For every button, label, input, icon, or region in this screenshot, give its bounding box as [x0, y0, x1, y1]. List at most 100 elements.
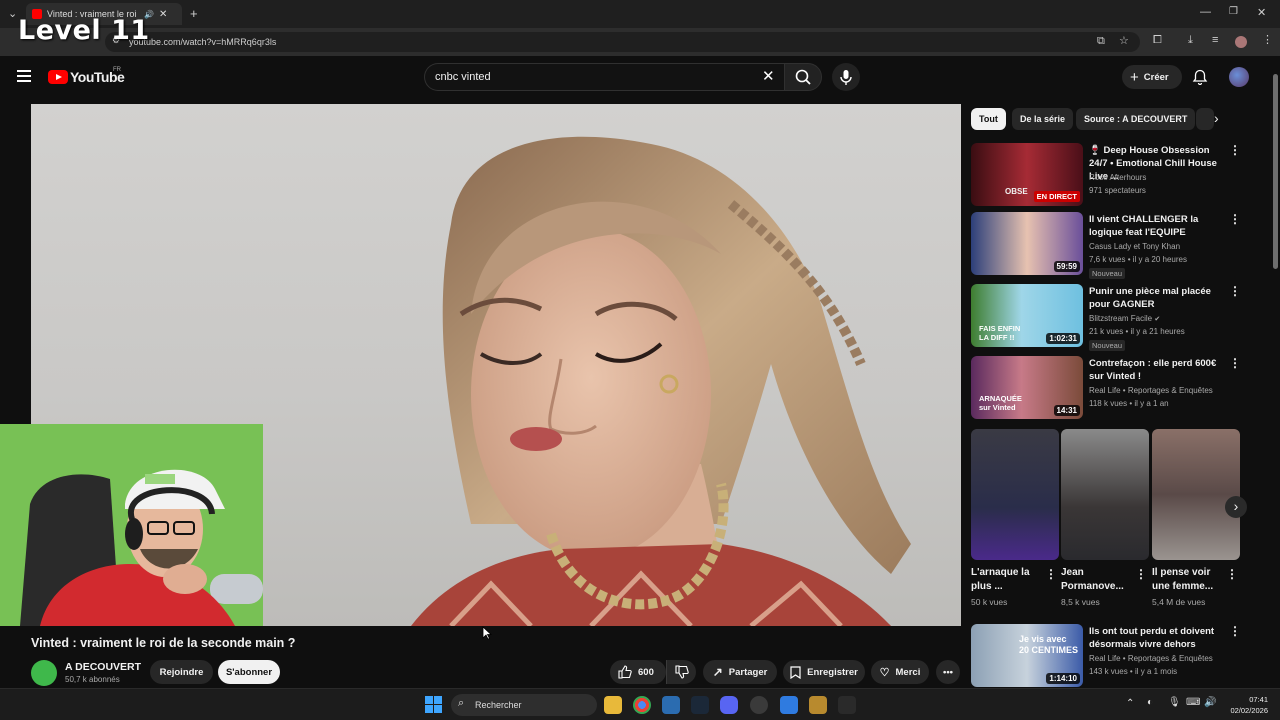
- steam-icon[interactable]: [691, 696, 709, 714]
- app-icon[interactable]: [780, 696, 798, 714]
- microphone-tray-icon[interactable]: 🎙: [1168, 697, 1181, 708]
- more-options-icon[interactable]: ⋮: [1229, 357, 1241, 369]
- recommendation-item[interactable]: Je vis avec 20 CENTIMES 1:14:10 Ils ont …: [971, 624, 1251, 690]
- like-button[interactable]: 600: [610, 660, 666, 684]
- voice-search-button[interactable]: [832, 63, 860, 91]
- dislike-button[interactable]: [666, 660, 696, 684]
- app-icon[interactable]: [750, 696, 768, 714]
- recommendation-title[interactable]: Contrefaçon : elle perd 600€ sur Vinted …: [1089, 357, 1225, 383]
- short-item[interactable]: Il pense voir une femme... 5,4 M de vues…: [1152, 429, 1240, 607]
- recommendation-channel[interactable]: Blitzstream Facile ✔: [1089, 314, 1160, 323]
- shorts-next-chevron-icon[interactable]: ›: [1225, 496, 1247, 518]
- video-thumbnail[interactable]: ARNAQUÉE sur Vinted 14:31: [971, 356, 1083, 419]
- short-views: 50 k vues: [971, 597, 1008, 607]
- short-item[interactable]: L'arnaque la plus ... 50 k vues ⋮: [971, 429, 1059, 607]
- join-button[interactable]: Rejoindre: [150, 660, 213, 684]
- recommendation-channel[interactable]: Real Life • Reportages & Enquêtes: [1089, 386, 1213, 395]
- subscribe-button[interactable]: S'abonner: [218, 660, 280, 684]
- install-app-icon[interactable]: ⧉: [1097, 35, 1105, 48]
- create-button[interactable]: + Créer: [1122, 65, 1182, 89]
- youtube-logo-icon[interactable]: [48, 70, 68, 84]
- tray-app-icon[interactable]: ◐: [1147, 697, 1153, 708]
- windows-taskbar: Rechercher ⌕ ⌃ ◐ 🎙 ⌨ 🔊 07:41 02/02/2026: [0, 688, 1280, 720]
- video-thumbnail[interactable]: OBSE EN DIRECT: [971, 143, 1083, 206]
- recommendation-channel[interactable]: Rose Afterhours: [1089, 173, 1146, 182]
- recommendation-title[interactable]: Ils ont tout perdu et doivent désormais …: [1089, 625, 1225, 651]
- share-button[interactable]: ↗ Partager: [703, 660, 777, 684]
- short-item[interactable]: Jean Pormanove... 8,5 k vues ⋮: [1061, 429, 1149, 607]
- short-title[interactable]: Jean Pormanove...: [1061, 566, 1133, 594]
- app-icon[interactable]: [838, 696, 856, 714]
- url-field[interactable]: youtube.com/watch?v=hMRRq6qr3ls: [105, 32, 1140, 52]
- video-thumbnail[interactable]: FAIS ENFIN LA DIFF !! 1:02:31: [971, 284, 1083, 347]
- chip-series[interactable]: De la série: [1012, 108, 1074, 130]
- new-tab-icon[interactable]: +: [190, 6, 198, 21]
- more-options-icon[interactable]: ⋮: [1229, 213, 1241, 225]
- browser-menu-icon[interactable]: ⋮: [1262, 33, 1273, 46]
- discord-icon[interactable]: [720, 696, 738, 714]
- video-duration: 14:31: [1053, 405, 1080, 416]
- recommendation-item[interactable]: FAIS ENFIN LA DIFF !! 1:02:31 Punir une …: [971, 284, 1251, 351]
- chips-next-chevron-icon[interactable]: ›: [1214, 110, 1219, 126]
- bookmark-star-icon[interactable]: ☆: [1119, 34, 1129, 47]
- restore-icon[interactable]: ❐: [1229, 6, 1238, 17]
- more-options-icon[interactable]: ⋮: [1045, 568, 1057, 580]
- recommendation-channel[interactable]: Casus Lady et Tony Khan: [1089, 242, 1180, 251]
- downloads-icon[interactable]: ⤓: [1188, 34, 1193, 47]
- network-icon[interactable]: ⌨: [1186, 697, 1200, 708]
- search-button[interactable]: [784, 63, 822, 91]
- more-options-icon[interactable]: ⋮: [1226, 568, 1238, 580]
- short-title[interactable]: Il pense voir une femme...: [1152, 566, 1224, 594]
- chrome-icon[interactable]: [633, 696, 651, 714]
- tab-list-icon[interactable]: ⌄: [8, 7, 17, 20]
- thanks-button[interactable]: ♡ Merci: [871, 660, 929, 684]
- more-options-icon[interactable]: ⋮: [1135, 568, 1147, 580]
- extensions-icon[interactable]: ⧠: [1153, 34, 1162, 47]
- video-thumbnail[interactable]: Je vis avec 20 CENTIMES 1:14:10: [971, 624, 1083, 687]
- warcraft-icon[interactable]: [809, 696, 827, 714]
- short-thumbnail[interactable]: [1152, 429, 1240, 560]
- search-icon: [795, 69, 811, 85]
- channel-name[interactable]: A DECOUVERT: [65, 661, 141, 673]
- minimize-icon[interactable]: —: [1200, 6, 1211, 18]
- channel-avatar[interactable]: [31, 660, 57, 686]
- scrollbar-thumb[interactable]: [1273, 74, 1278, 269]
- close-window-icon[interactable]: ✕: [1257, 6, 1266, 19]
- thumbs-down-icon: [674, 665, 689, 679]
- short-thumbnail[interactable]: [971, 429, 1059, 560]
- recommendation-title[interactable]: Punir une pièce mal placée pour GAGNER: [1089, 285, 1225, 311]
- video-thumbnail[interactable]: 59:59: [971, 212, 1083, 275]
- taskbar-clock[interactable]: 07:41 02/02/2026: [1224, 694, 1268, 716]
- file-explorer-icon[interactable]: [604, 696, 622, 714]
- more-actions-button[interactable]: •••: [936, 660, 960, 684]
- recommendation-channel[interactable]: Real Life • Reportages & Enquêtes: [1089, 654, 1213, 663]
- short-title[interactable]: L'arnaque la plus ...: [971, 566, 1043, 594]
- recommendation-item[interactable]: 59:59 Il vient CHALLENGER la logique fea…: [971, 212, 1251, 279]
- recommendation-item[interactable]: OBSE EN DIRECT 🍷 Deep House Obsession 24…: [971, 143, 1251, 209]
- hamburger-menu-icon[interactable]: [17, 70, 31, 82]
- clear-search-icon[interactable]: ✕: [762, 68, 775, 86]
- chip-all[interactable]: Tout: [971, 108, 1006, 130]
- more-options-icon[interactable]: ⋮: [1229, 144, 1241, 156]
- subscriber-count: 50,7 k abonnés: [65, 675, 120, 684]
- video-duration: 1:02:31: [1046, 333, 1080, 344]
- recommendation-item[interactable]: ARNAQUÉE sur Vinted 14:31 Contrefaçon : …: [971, 356, 1251, 422]
- tray-chevron-icon[interactable]: ⌃: [1126, 698, 1134, 709]
- notifications-bell-icon[interactable]: [1192, 69, 1208, 85]
- save-button[interactable]: Enregistrer: [783, 660, 865, 684]
- close-tab-icon[interactable]: ✕: [159, 9, 167, 20]
- short-thumbnail[interactable]: [1061, 429, 1149, 560]
- volume-icon[interactable]: 🔊: [1204, 697, 1216, 708]
- search-input[interactable]: cnbc vinted: [424, 63, 784, 91]
- account-avatar[interactable]: [1229, 67, 1249, 87]
- profile-avatar[interactable]: [1235, 36, 1247, 48]
- more-options-icon[interactable]: ⋮: [1229, 625, 1241, 637]
- chip-source[interactable]: Source : A DECOUVERT: [1076, 108, 1196, 130]
- windows-start-icon[interactable]: [425, 696, 442, 713]
- more-options-icon[interactable]: ⋮: [1229, 285, 1241, 297]
- app-icon[interactable]: [662, 696, 680, 714]
- bookmark-icon: [790, 665, 801, 679]
- media-controls-icon[interactable]: ≡: [1212, 34, 1218, 46]
- taskbar-search[interactable]: Rechercher: [451, 694, 597, 716]
- recommendation-title[interactable]: Il vient CHALLENGER la logique feat l'EQ…: [1089, 213, 1225, 239]
